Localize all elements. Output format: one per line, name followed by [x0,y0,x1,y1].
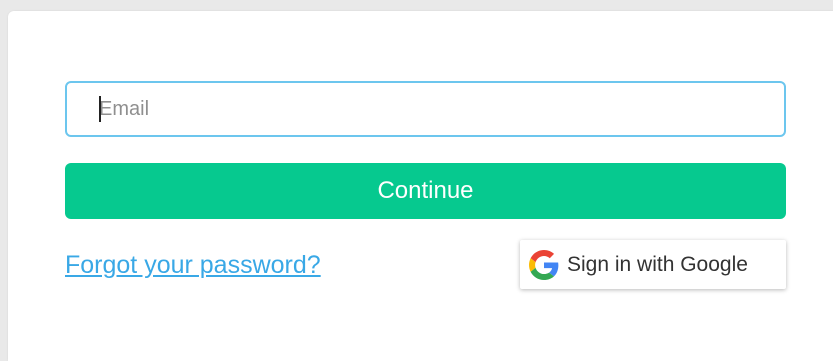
forgot-password-link[interactable]: Forgot your password? [65,250,321,280]
google-signin-button[interactable]: Sign in with Google [520,240,786,289]
google-signin-label: Sign in with Google [567,253,748,276]
email-input[interactable] [67,83,784,135]
continue-button[interactable]: Continue [65,163,786,219]
google-g-icon [529,250,559,280]
email-field[interactable] [65,81,786,137]
text-caret [99,96,101,122]
